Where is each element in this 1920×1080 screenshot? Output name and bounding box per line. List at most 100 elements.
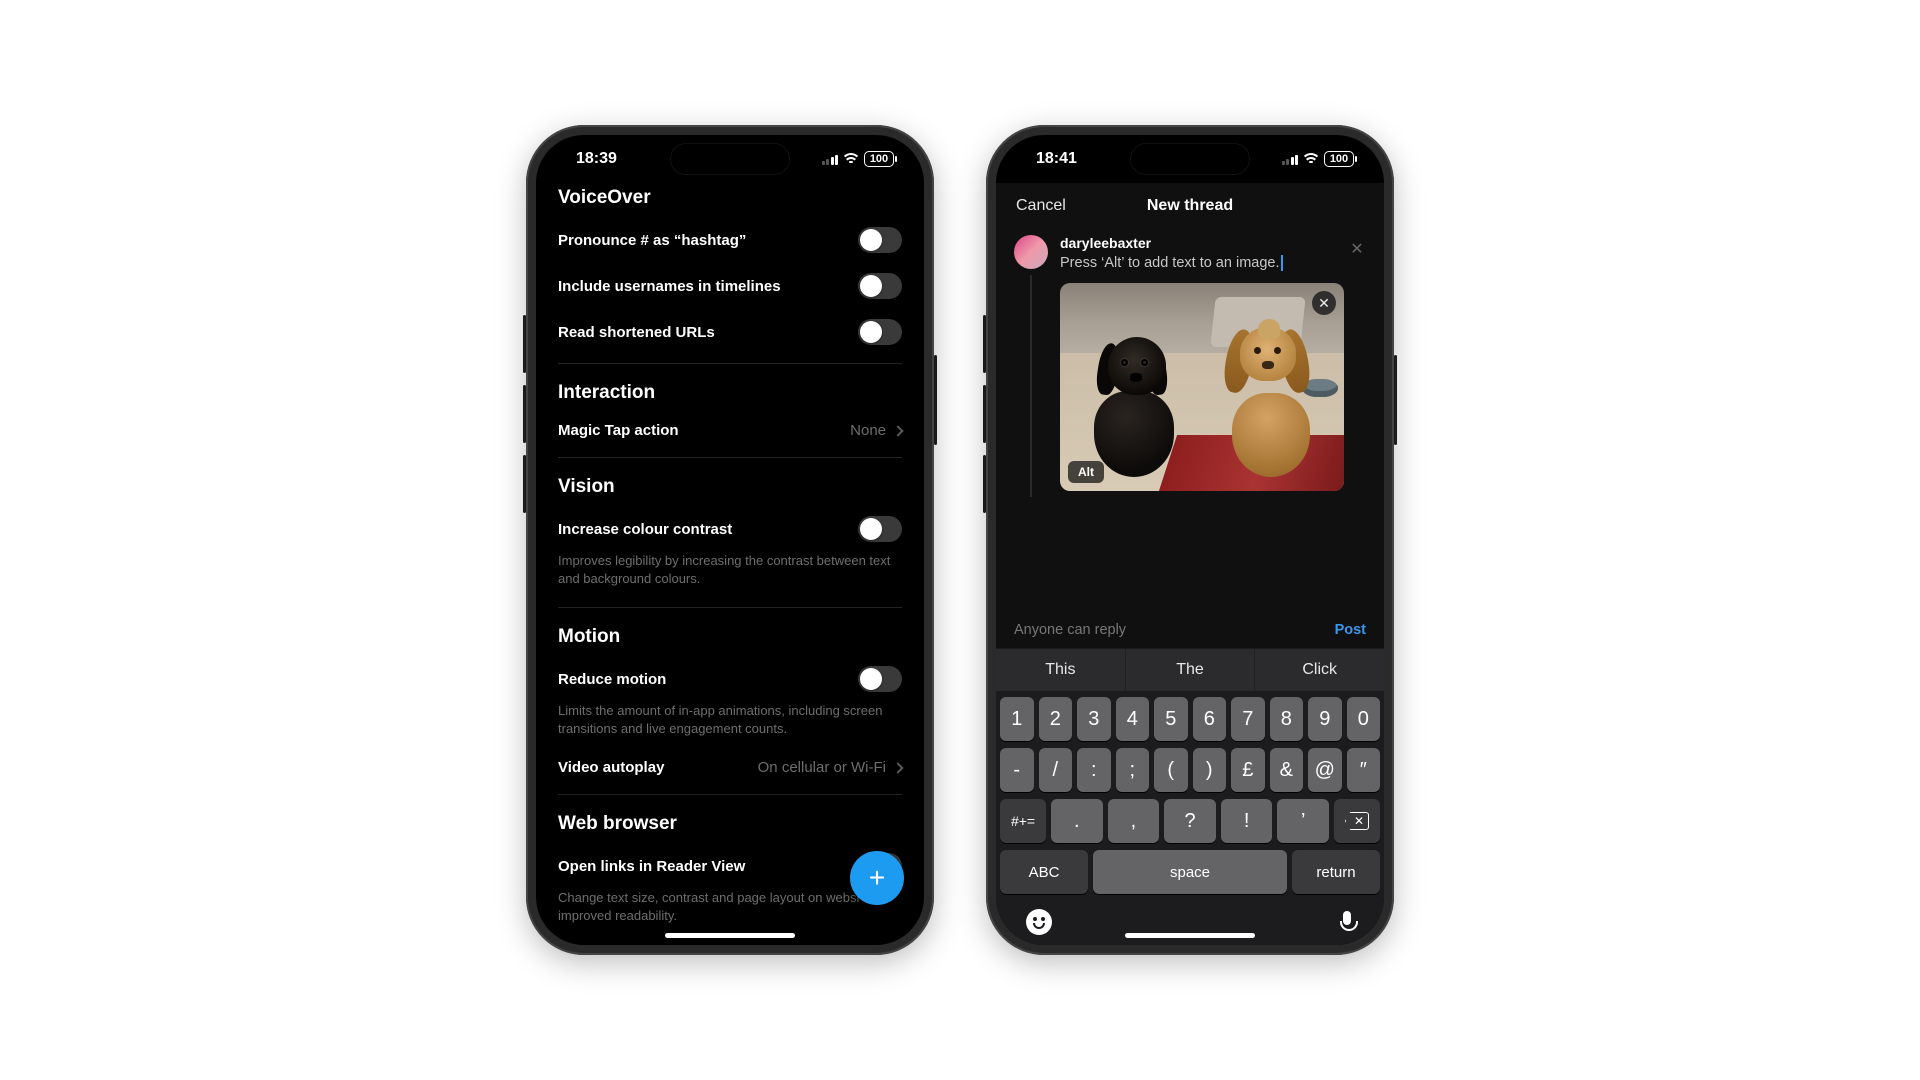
key-7[interactable]: 7 [1231, 697, 1265, 741]
key-backspace[interactable]: ✕ [1334, 799, 1380, 843]
key-at[interactable]: @ [1308, 748, 1342, 792]
post-button[interactable]: Post [1335, 622, 1366, 638]
backspace-icon: ✕ [1345, 812, 1369, 830]
row-label: Increase colour contrast [558, 521, 732, 538]
key-slash[interactable]: / [1039, 748, 1073, 792]
key-exclaim[interactable]: ! [1221, 799, 1273, 843]
cancel-button[interactable]: Cancel [1016, 197, 1066, 215]
divider [558, 457, 902, 458]
reply-scope-button[interactable]: Anyone can reply [1014, 622, 1126, 638]
section-motion: Motion [536, 616, 924, 656]
divider [558, 607, 902, 608]
key-dash[interactable]: - [1000, 748, 1034, 792]
key-comma[interactable]: , [1108, 799, 1160, 843]
key-6[interactable]: 6 [1193, 697, 1227, 741]
row-read-urls[interactable]: Read shortened URLs [536, 309, 924, 355]
row-pronounce-hashtag[interactable]: Pronounce # as “hashtag” [536, 217, 924, 263]
key-4[interactable]: 4 [1116, 697, 1150, 741]
section-web-browser: Web browser [536, 803, 924, 843]
divider [558, 363, 902, 364]
row-magic-tap[interactable]: Magic Tap action None [536, 412, 924, 449]
key-5[interactable]: 5 [1154, 697, 1188, 741]
key-apostrophe[interactable]: ’ [1277, 799, 1329, 843]
toggle-colour-contrast[interactable] [858, 516, 902, 542]
phone-right: 18:41 100 Cancel New thread daryleebaxte… [986, 125, 1394, 955]
thread-line [1030, 275, 1032, 497]
home-indicator[interactable] [665, 933, 795, 938]
toggle-read-urls[interactable] [858, 319, 902, 345]
signal-icon [822, 153, 839, 165]
battery-icon: 100 [1324, 151, 1354, 167]
key-semicolon[interactable]: ; [1116, 748, 1150, 792]
row-value: None [850, 422, 886, 439]
key-abc[interactable]: ABC [1000, 850, 1088, 894]
row-label: Include usernames in timelines [558, 278, 781, 295]
key-return[interactable]: return [1292, 850, 1380, 894]
settings-screen: 18:39 100 VoiceOver Pronounce # as “hash… [536, 135, 924, 945]
chevron-right-icon [892, 762, 903, 773]
notch [1130, 143, 1250, 175]
row-colour-contrast[interactable]: Increase colour contrast [536, 506, 924, 552]
toggle-include-usernames[interactable] [858, 273, 902, 299]
compose-text-input[interactable]: Press ‘Alt’ to add text to an image. [1060, 255, 1366, 271]
compose-header: Cancel New thread [996, 183, 1384, 225]
compose-area[interactable]: daryleebaxter Press ‘Alt’ to add text to… [996, 225, 1384, 497]
emoji-button[interactable] [1026, 909, 1052, 935]
key-9[interactable]: 9 [1308, 697, 1342, 741]
attached-image[interactable]: ✕ Alt [1060, 283, 1344, 491]
key-ampersand[interactable]: & [1270, 748, 1304, 792]
suggestion-3[interactable]: Click [1255, 649, 1384, 691]
reply-bar: Anyone can reply Post [996, 612, 1384, 648]
status-indicators: 100 [1282, 151, 1355, 167]
plus-icon: + [869, 862, 885, 894]
row-reduce-motion[interactable]: Reduce motion [536, 656, 924, 702]
row-video-autoplay[interactable]: Video autoplay On cellular or Wi-Fi [536, 749, 924, 786]
clear-compose-button[interactable]: ✕ [1348, 239, 1366, 259]
status-indicators: 100 [822, 151, 895, 167]
remove-image-button[interactable]: ✕ [1312, 291, 1336, 315]
section-voiceover: VoiceOver [536, 183, 924, 217]
status-time: 18:41 [1036, 150, 1077, 168]
key-doubleprime[interactable]: ″ [1347, 748, 1381, 792]
row-description: Improves legibility by increasing the co… [536, 552, 924, 599]
status-time: 18:39 [576, 150, 617, 168]
key-space[interactable]: space [1093, 850, 1287, 894]
avatar[interactable] [1014, 235, 1048, 269]
row-description: Limits the amount of in-app animations, … [536, 702, 924, 749]
key-pound[interactable]: £ [1231, 748, 1265, 792]
key-paren-close[interactable]: ) [1193, 748, 1227, 792]
compose-button[interactable]: + [850, 851, 904, 905]
toggle-pronounce-hashtag[interactable] [858, 227, 902, 253]
compose-content: Cancel New thread daryleebaxter Press ‘A… [996, 183, 1384, 945]
keyboard-row-2: - / : ; ( ) £ & @ ″ [1000, 748, 1380, 792]
key-3[interactable]: 3 [1077, 697, 1111, 741]
key-8[interactable]: 8 [1270, 697, 1304, 741]
key-question[interactable]: ? [1164, 799, 1216, 843]
key-1[interactable]: 1 [1000, 697, 1034, 741]
row-value: On cellular or Wi-Fi [758, 759, 886, 776]
key-paren-open[interactable]: ( [1154, 748, 1188, 792]
key-period[interactable]: . [1051, 799, 1103, 843]
settings-content[interactable]: VoiceOver Pronounce # as “hashtag” Inclu… [536, 183, 924, 945]
home-indicator[interactable] [1125, 933, 1255, 938]
phone-left: 18:39 100 VoiceOver Pronounce # as “hash… [526, 125, 934, 955]
key-0[interactable]: 0 [1347, 697, 1381, 741]
battery-icon: 100 [864, 151, 894, 167]
chevron-right-icon [892, 425, 903, 436]
keyboard-row-4: ABC space return [1000, 850, 1380, 894]
suggestion-1[interactable]: This [996, 649, 1126, 691]
key-shift-symbols[interactable]: #+= [1000, 799, 1046, 843]
row-include-usernames[interactable]: Include usernames in timelines [536, 263, 924, 309]
section-vision: Vision [536, 466, 924, 506]
alt-text-button[interactable]: Alt [1068, 461, 1104, 483]
row-label: Magic Tap action [558, 422, 679, 439]
toggle-reduce-motion[interactable] [858, 666, 902, 692]
keyboard-suggestions: This The Click [996, 648, 1384, 691]
username[interactable]: daryleebaxter [1060, 235, 1366, 251]
wifi-icon [1303, 153, 1319, 165]
suggestion-2[interactable]: The [1126, 649, 1256, 691]
key-colon[interactable]: : [1077, 748, 1111, 792]
dictation-button[interactable] [1340, 911, 1354, 933]
key-2[interactable]: 2 [1039, 697, 1073, 741]
keyboard-row-1: 1 2 3 4 5 6 7 8 9 0 [1000, 697, 1380, 741]
